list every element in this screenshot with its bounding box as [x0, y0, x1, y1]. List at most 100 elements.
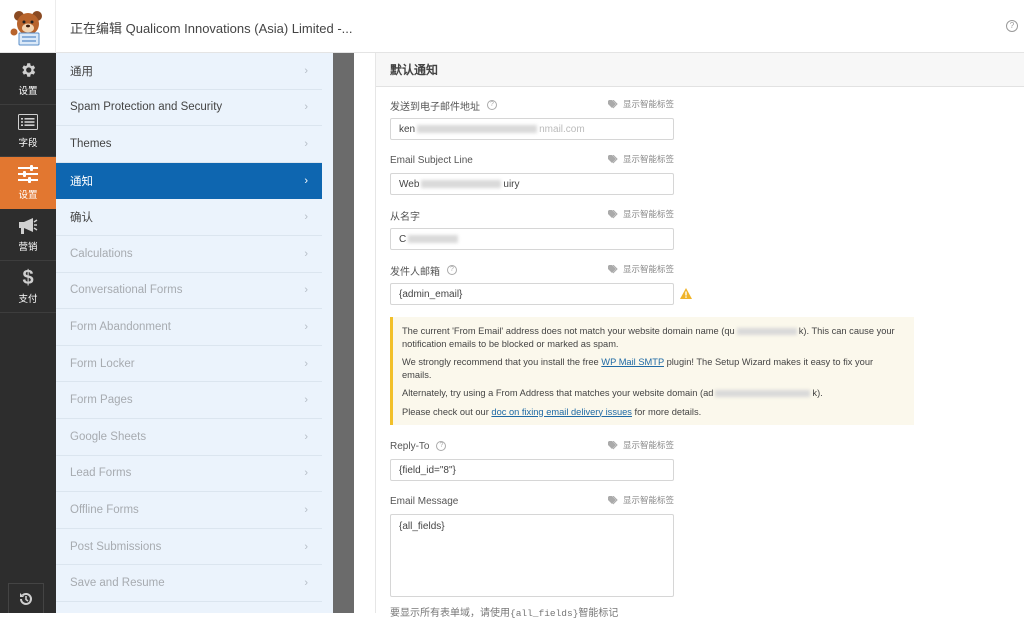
- settings-item-notifications[interactable]: 通知 ›: [56, 162, 322, 200]
- show-smart-tags-link[interactable]: 显示智能标签: [607, 98, 674, 110]
- tag-icon: [607, 440, 618, 449]
- show-smart-tags-link[interactable]: 显示智能标签: [607, 153, 674, 165]
- settings-item-spam-protection[interactable]: Spam Protection and Security ›: [56, 90, 322, 127]
- tag-icon: [607, 209, 618, 218]
- bear-mascot-icon: [10, 10, 42, 45]
- from-email-field: 发件人邮箱? 显示智能标签 {admin_email}: [390, 263, 692, 305]
- builder-header: 正在编辑 Qualicom Innovations (Asia) Limited…: [0, 0, 1024, 53]
- settings-item-google-sheets[interactable]: Google Sheets ›: [56, 419, 322, 456]
- settings-item-label: Form Locker: [70, 357, 135, 370]
- settings-item-calculations[interactable]: Calculations ›: [56, 236, 322, 273]
- settings-item-label: Post Submissions: [70, 540, 162, 553]
- help-icon[interactable]: ?: [436, 441, 447, 451]
- panel-title: 默认通知: [376, 53, 1024, 87]
- reply-to-field: Reply-To? 显示智能标签 {field_id="8"}: [390, 439, 674, 481]
- chevron-right-icon: ›: [304, 320, 308, 333]
- megaphone-icon: [17, 216, 39, 236]
- send-to-input[interactable]: ken nmail.com: [390, 118, 674, 140]
- show-smart-tags-link[interactable]: 显示智能标签: [607, 439, 674, 451]
- show-smart-tags-link[interactable]: 显示智能标签: [607, 494, 674, 506]
- panel-settings-general[interactable]: 设置: [0, 53, 56, 105]
- tag-icon: [607, 495, 618, 504]
- wpforms-logo[interactable]: [0, 0, 56, 53]
- chevron-right-icon: ›: [304, 467, 308, 480]
- settings-item-lead-forms[interactable]: Lead Forms ›: [56, 456, 322, 493]
- chevron-right-icon: ›: [304, 101, 308, 114]
- settings-item-conversational-forms[interactable]: Conversational Forms ›: [56, 273, 322, 310]
- smart-tag-label: 显示智能标签: [622, 209, 674, 219]
- chevron-right-icon: ›: [304, 430, 308, 443]
- revisions-button[interactable]: [8, 583, 44, 613]
- panel-fields[interactable]: 字段: [0, 105, 56, 157]
- wp-mail-smtp-link[interactable]: WP Mail SMTP: [601, 357, 664, 367]
- field-label: Email Subject Line: [390, 154, 473, 166]
- reply-to-input[interactable]: {field_id="8"}: [390, 459, 674, 481]
- redacted-text: [421, 180, 502, 188]
- notice-text: Please check out our doc on fixing email…: [402, 406, 702, 417]
- from-email-input[interactable]: {admin_email}: [390, 283, 674, 305]
- panel-payments[interactable]: $ 支付: [0, 261, 56, 313]
- settings-item-label: 通知: [70, 175, 93, 188]
- panel-marketing[interactable]: 营销: [0, 209, 56, 261]
- email-message-textarea[interactable]: {all_fields}: [390, 514, 674, 597]
- settings-item-save-and-resume[interactable]: Save and Resume ›: [56, 565, 322, 602]
- settings-item-form-locker[interactable]: Form Locker ›: [56, 346, 322, 383]
- history-icon: [20, 592, 32, 605]
- field-label: Reply-To: [390, 440, 430, 452]
- help-icon[interactable]: ?: [447, 265, 457, 275]
- panel-label: 设置: [18, 190, 38, 201]
- builder-sidebar: 设置 字段 设置 营销 $ 支付: [0, 53, 56, 613]
- settings-item-confirmations[interactable]: 确认 ›: [56, 199, 322, 236]
- help-icon[interactable]: ?: [1006, 20, 1018, 32]
- settings-item-post-submissions[interactable]: Post Submissions ›: [56, 529, 322, 566]
- settings-item-label: Lead Forms: [70, 467, 132, 480]
- panel-divider: [333, 53, 354, 613]
- chevron-right-icon: ›: [304, 174, 308, 187]
- redacted-text: [736, 328, 797, 336]
- tag-icon: [607, 264, 618, 273]
- input-value: nmail.com: [539, 123, 585, 135]
- help-icon[interactable]: ?: [487, 100, 497, 110]
- from-name-input[interactable]: C: [390, 228, 674, 250]
- tag-icon: [607, 154, 618, 163]
- input-value: C: [399, 233, 407, 245]
- from-email-warning-notice: The current 'From Email' address does no…: [390, 317, 914, 425]
- settings-item-label: Themes: [70, 137, 112, 150]
- subject-input[interactable]: Web uiry: [390, 173, 674, 195]
- settings-item-label: Offline Forms: [70, 503, 139, 516]
- show-smart-tags-link[interactable]: 显示智能标签: [607, 263, 674, 275]
- gear-icon: [17, 60, 39, 80]
- panel-label: 营销: [18, 242, 38, 253]
- chevron-right-icon: ›: [304, 247, 308, 260]
- settings-item-form-pages[interactable]: Form Pages ›: [56, 382, 322, 419]
- subject-field: Email Subject Line 显示智能标签 Web uiry: [390, 153, 674, 195]
- smart-tag-label: 显示智能标签: [622, 440, 674, 450]
- settings-item-label: Conversational Forms: [70, 284, 183, 297]
- show-smart-tags-link[interactable]: 显示智能标签: [607, 208, 674, 220]
- settings-item-themes[interactable]: Themes ›: [56, 126, 322, 163]
- settings-menu: 通用 › Spam Protection and Security › Themes…: [56, 53, 333, 613]
- panel-settings[interactable]: 设置: [0, 157, 56, 209]
- chevron-right-icon: ›: [304, 540, 308, 553]
- panel-label: 字段: [18, 138, 38, 149]
- settings-item-offline-forms[interactable]: Offline Forms ›: [56, 492, 322, 529]
- tag-icon: [607, 99, 618, 108]
- field-label: 从名字: [390, 211, 420, 223]
- field-label: 发件人邮箱: [390, 266, 440, 278]
- notice-text: We strongly recommend that you install t…: [402, 357, 874, 380]
- input-value: uiry: [503, 178, 520, 190]
- panel-label: 设置: [18, 86, 38, 97]
- warning-icon: [680, 288, 692, 299]
- panel-label: 支付: [18, 294, 38, 305]
- chevron-right-icon: ›: [304, 503, 308, 516]
- chevron-right-icon: ›: [304, 137, 308, 150]
- input-value: ken: [399, 123, 416, 135]
- settings-item-general[interactable]: 通用 ›: [56, 53, 322, 90]
- all-fields-hint: 要显示所有表单域，请使用{all_fields}智能标记: [390, 608, 619, 619]
- chevron-right-icon: ›: [304, 394, 308, 407]
- field-label: 发送到电子邮件地址: [390, 101, 480, 113]
- redacted-text: [417, 125, 538, 133]
- email-delivery-doc-link[interactable]: doc on fixing email delivery issues: [491, 407, 632, 417]
- settings-item-form-abandonment[interactable]: Form Abandonment ›: [56, 309, 322, 346]
- settings-item-label: Google Sheets: [70, 430, 147, 443]
